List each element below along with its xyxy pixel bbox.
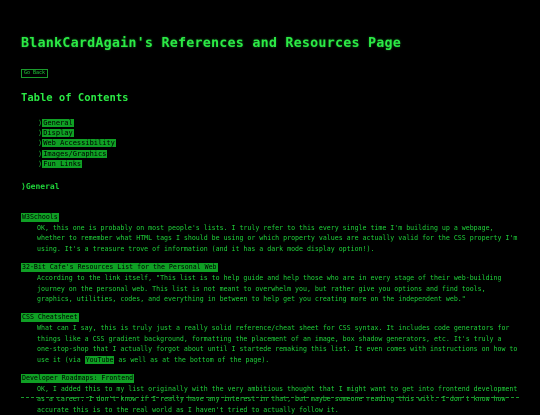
resource-link-32bit-cafe[interactable]: 32-Bit Cafe's Resources List for the Per…	[21, 263, 218, 272]
toc-item-web-accessibility: ⟩Web Accessibility	[38, 138, 116, 148]
toc-link-web-accessibility[interactable]: Web Accessibility	[42, 139, 116, 148]
list-item: CSS Cheatsheet What can I say, this is t…	[21, 304, 521, 365]
resource-description: According to the link itself, "This list…	[37, 274, 502, 304]
page-title: BlankCardAgain's References and Resource…	[21, 36, 402, 51]
resource-description: OK, this one is probably on most people'…	[37, 224, 518, 253]
go-back-button[interactable]: Go Back	[21, 69, 49, 78]
list-item: W3Schools OK, this one is probably on mo…	[21, 204, 521, 254]
toc-link-images-graphics[interactable]: Images/Graphics	[42, 149, 108, 158]
toc-link-display[interactable]: Display	[42, 129, 74, 138]
resource-description: OK, I added this to my list originally w…	[37, 385, 518, 414]
resource-link-css-cheatsheet[interactable]: CSS Cheatsheet	[21, 313, 79, 322]
toc-item-general: ⟩General	[38, 118, 116, 128]
list-item: Developer Roadmaps: Frontend OK, I added…	[21, 365, 521, 415]
toc-item-display: ⟩Display	[38, 128, 116, 138]
resource-link-w3schools[interactable]: W3Schools	[21, 213, 59, 222]
description-text: as well as at the bottom of the page).	[114, 355, 270, 364]
toc-link-fun-links[interactable]: Fun Links	[42, 159, 83, 168]
toc-link-general[interactable]: General	[42, 119, 74, 127]
toc-item-images-graphics: ⟩Images/Graphics	[38, 149, 116, 159]
section-divider	[21, 397, 519, 398]
resource-link-developer-roadmaps[interactable]: Developer Roadmaps: Frontend	[21, 374, 135, 383]
youtube-link[interactable]: YouTube	[84, 355, 115, 364]
table-of-contents: ⟩General ⟩Display ⟩Web Accessibility ⟩Im…	[38, 118, 116, 169]
resource-description: What can I say, this is truly just a rea…	[21, 323, 521, 365]
list-item: 32-Bit Cafe's Resources List for the Per…	[21, 254, 521, 304]
toc-heading: Table of Contents	[21, 92, 129, 104]
section-heading-general: ⟩General	[21, 182, 60, 191]
toc-item-fun-links: ⟩Fun Links	[38, 159, 116, 169]
general-entries: W3Schools OK, this one is probably on mo…	[21, 204, 521, 415]
